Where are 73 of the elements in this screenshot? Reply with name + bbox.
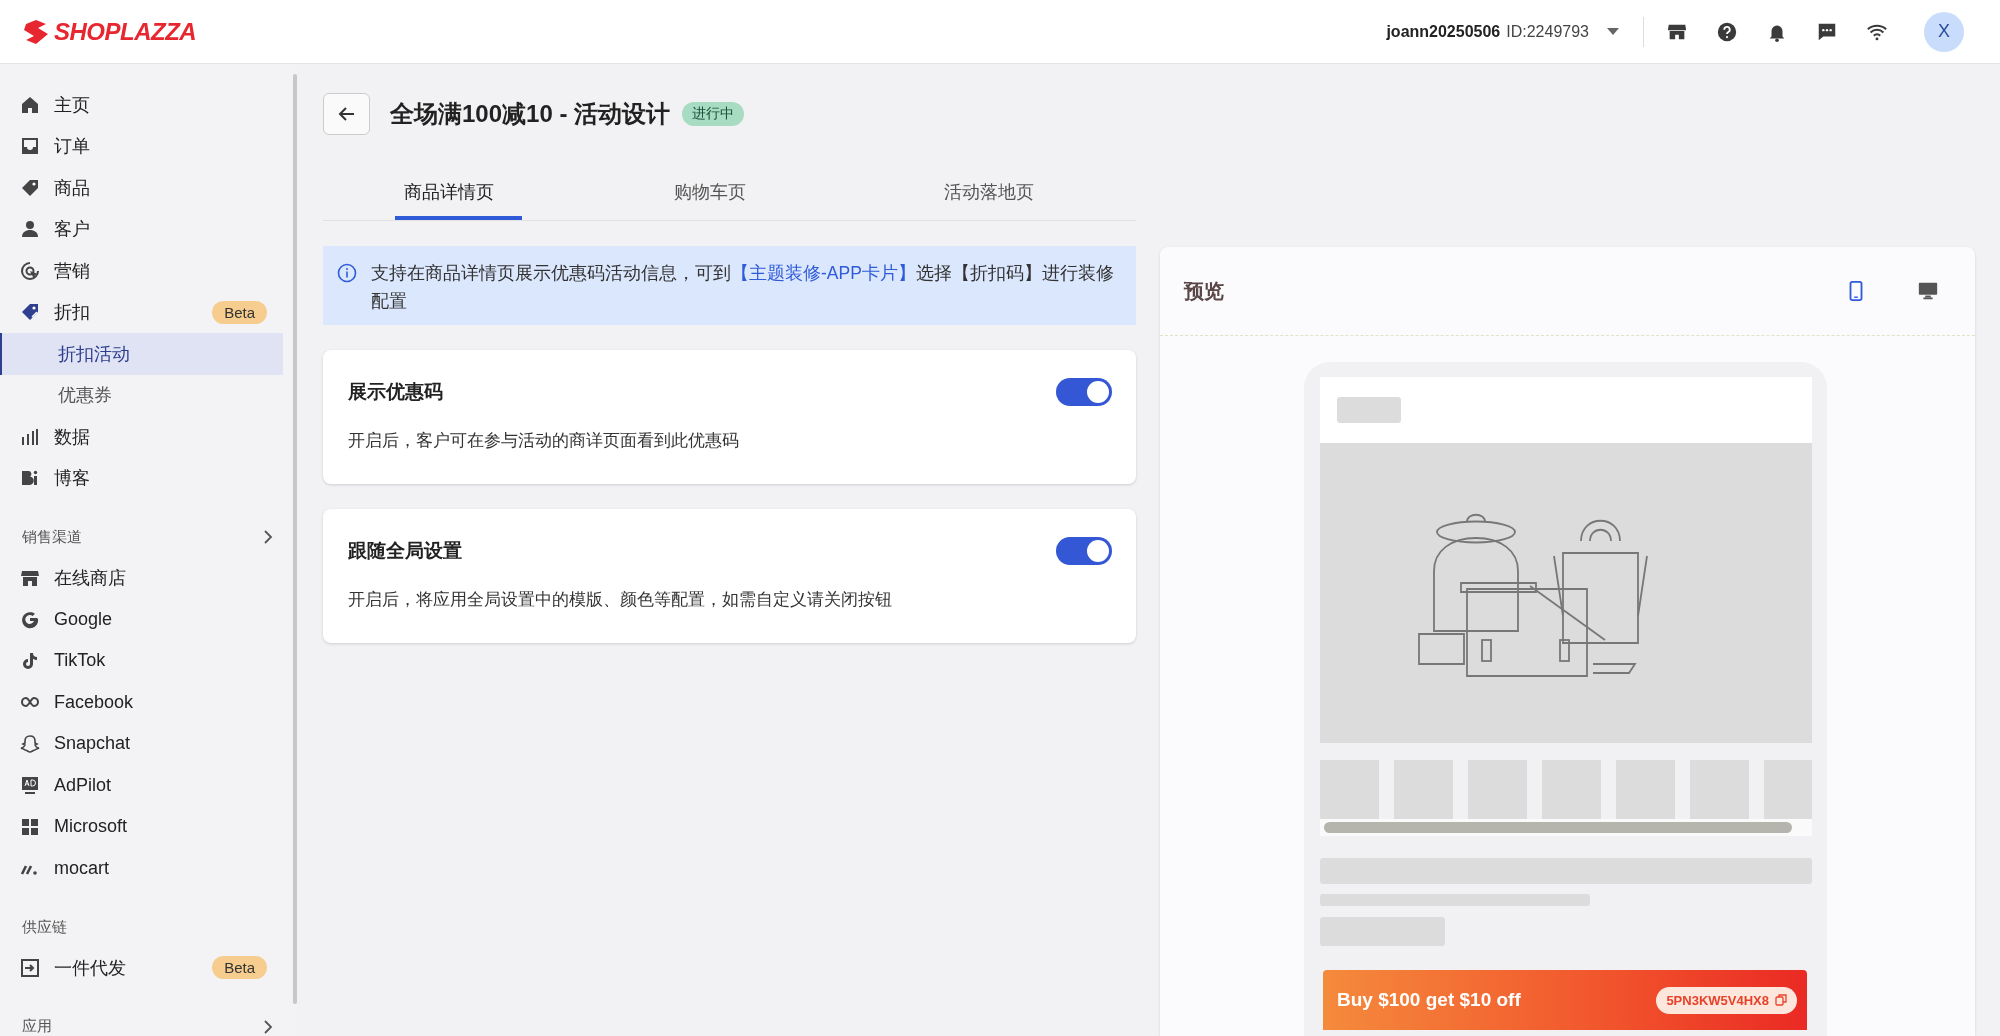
scroll-bar[interactable]: [1324, 822, 1792, 833]
back-button[interactable]: [323, 93, 370, 135]
caret-icon: [1607, 27, 1619, 36]
sidebar-item[interactable]: TikTok: [0, 640, 297, 682]
setting-description: 开启后，将应用全局设置中的模版、颜色等配置，如需自定义请关闭按钮: [348, 589, 893, 610]
music-note-icon: [20, 650, 40, 671]
status-badge: 进行中: [682, 102, 745, 126]
scroll-bar[interactable]: [293, 74, 297, 1004]
beta-badge: Beta: [212, 956, 267, 980]
section-heading: 供应链: [22, 917, 67, 937]
toggle-switch[interactable]: [1056, 378, 1112, 406]
tag-icon: [20, 177, 40, 198]
import-icon: [20, 957, 40, 978]
sidebar-item[interactable]: 主页: [0, 84, 297, 126]
thumbnail-placeholder: [1690, 760, 1749, 819]
sidebar-item[interactable]: 博客: [0, 457, 297, 499]
tab[interactable]: 活动落地页: [863, 163, 1133, 220]
account-switcher[interactable]: joann20250506 ID:2249793: [1386, 22, 1619, 41]
setting-title: 展示优惠码: [348, 380, 443, 404]
discount-icon: [20, 302, 40, 323]
logo-text[interactable]: SHOPLAZZA: [54, 17, 197, 46]
sidebar-item[interactable]: 折扣 Beta: [0, 291, 297, 333]
ad-icon: [20, 775, 40, 796]
sidebar-subitem[interactable]: 优惠券: [0, 374, 283, 416]
chevron-right-icon[interactable]: [263, 1019, 273, 1034]
section-heading: 销售渠道: [22, 527, 82, 547]
sidebar-item[interactable]: AdPilot: [0, 764, 297, 806]
theme-link[interactable]: 【主题装修-APP卡片】: [731, 263, 916, 283]
thumbnail-placeholder: [1394, 760, 1453, 819]
target-icon: [20, 260, 40, 281]
sidebar-item[interactable]: Snapchat: [0, 723, 297, 765]
home-icon: [20, 94, 40, 115]
info-text: 支持在商品详情页展示优惠码活动信息，可到【主题装修-APP卡片】选择【折扣码】进行装修配置: [371, 262, 1115, 313]
sidebar-item[interactable]: 客户: [0, 208, 297, 250]
page-title: 全场满100减10 - 活动设计: [390, 99, 671, 129]
sidebar-item[interactable]: 营销: [0, 250, 297, 292]
chevron-right-icon[interactable]: [263, 530, 273, 544]
logo-icon: [22, 17, 50, 46]
avatar[interactable]: X: [1924, 11, 1964, 52]
sidebar-item[interactable]: 数据: [0, 416, 297, 458]
sidebar-item[interactable]: mocart: [0, 847, 297, 889]
help-icon[interactable]: [1716, 20, 1738, 43]
coupon-text: Buy $100 get $10 off: [1337, 989, 1521, 1011]
google-icon: [20, 609, 40, 630]
ghost-icon: [20, 733, 40, 754]
grid-icon: [20, 816, 40, 837]
sidebar-item[interactable]: Facebook: [0, 681, 297, 723]
tab[interactable]: 购物车页: [593, 163, 863, 220]
copy-icon: [1775, 994, 1787, 1006]
sidebar-item[interactable]: 商品: [0, 167, 297, 209]
person-icon: [20, 219, 40, 240]
thumbnail-placeholder: [1616, 760, 1675, 819]
info-icon: [337, 263, 357, 283]
thumbnail-placeholder: [1468, 760, 1527, 819]
panel-title: 预览: [1184, 278, 1224, 304]
toggle-switch[interactable]: [1056, 537, 1112, 565]
beta-badge: Beta: [212, 300, 267, 324]
inbox-icon: [20, 136, 40, 157]
sidebar-item[interactable]: Google: [0, 598, 297, 640]
sidebar-item[interactable]: 在线商店: [0, 557, 297, 599]
thumbnail-placeholder: [1542, 760, 1601, 819]
setting-description: 开启后，客户可在参与活动的商详页面看到此优惠码: [348, 430, 740, 451]
sidebar-item[interactable]: 一件代发 Beta: [0, 947, 297, 989]
thumbnail-placeholder: [1764, 760, 1812, 819]
skeleton-bar: [1337, 397, 1401, 423]
thumbnail-placeholder: [1320, 760, 1379, 819]
section-heading: 应用: [22, 1017, 52, 1036]
sidebar-subitem[interactable]: 折扣活动: [0, 333, 283, 375]
bar-chart-icon: [20, 426, 40, 447]
setting-title: 跟随全局设置: [348, 539, 462, 563]
sidebar-item[interactable]: 订单: [0, 125, 297, 167]
desktop-view-icon[interactable]: [1917, 280, 1939, 302]
sidebar-item[interactable]: Microsoft: [0, 806, 297, 848]
